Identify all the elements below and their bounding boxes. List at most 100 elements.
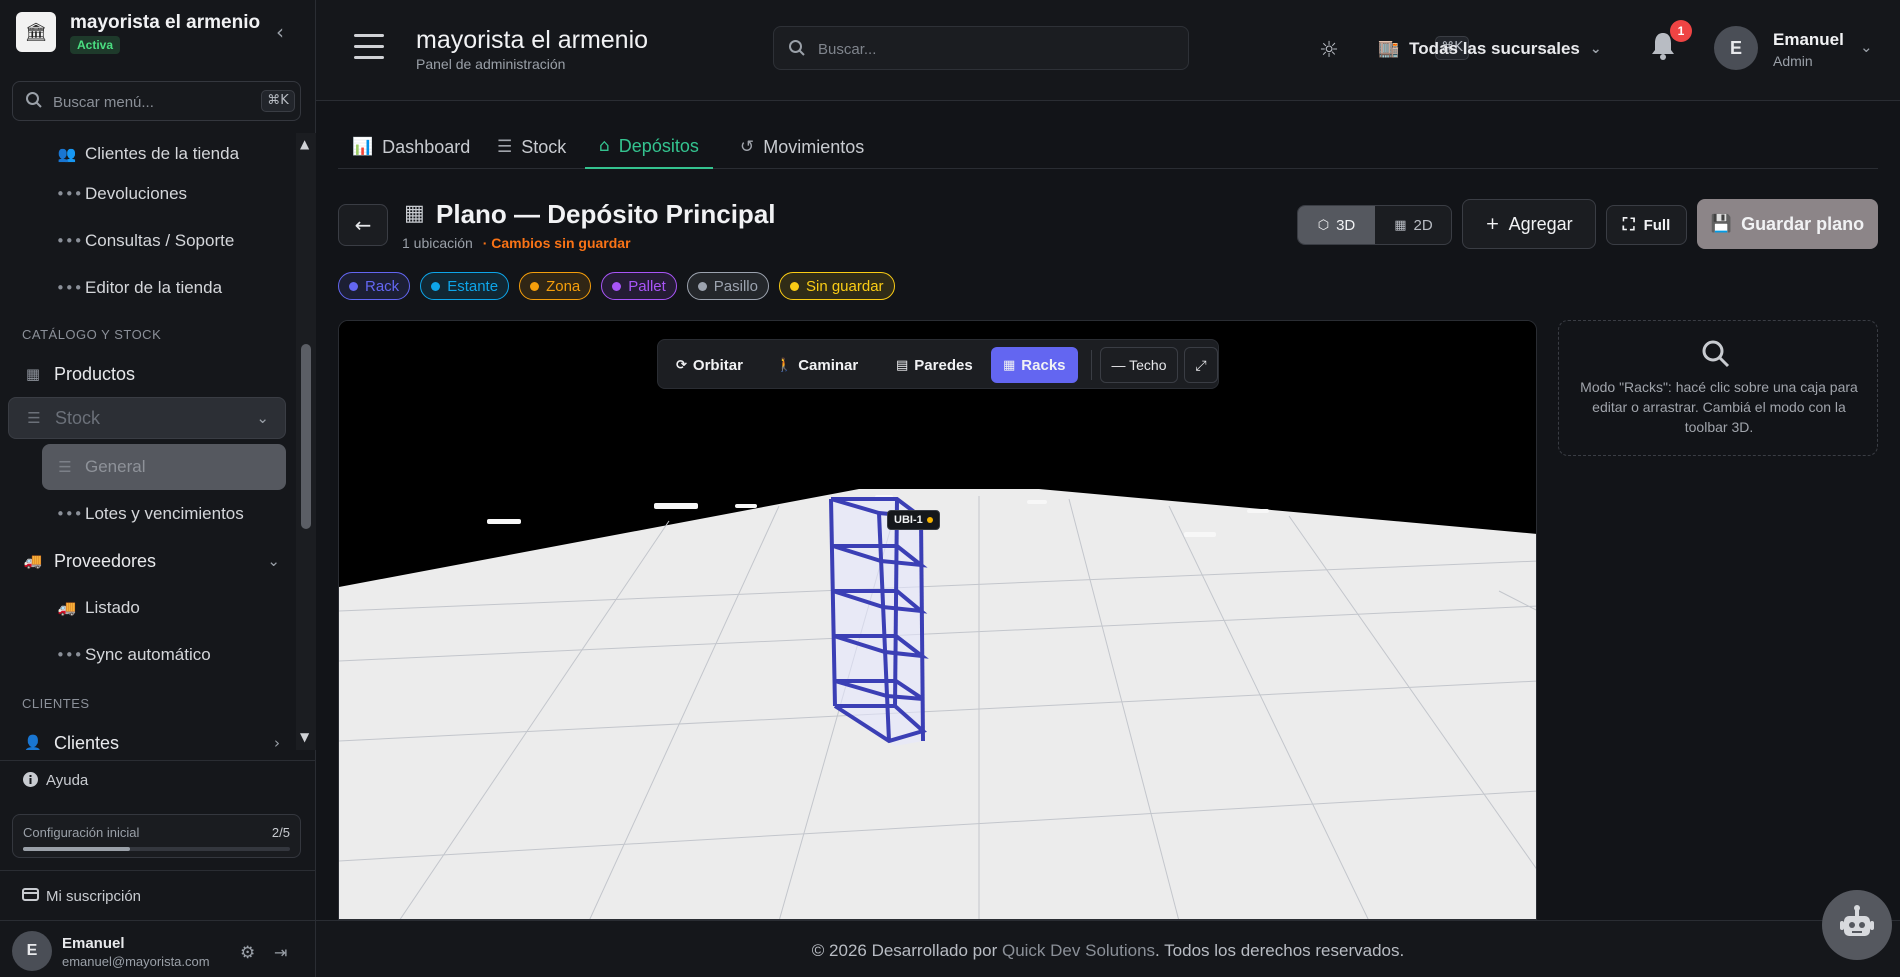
page-title: mayorista el armenio (416, 26, 649, 54)
color-dot (789, 281, 799, 291)
tab-dashboard[interactable]: 📊 Dashboard (352, 125, 470, 169)
theme-toggle-sun-icon[interactable]: ☼ (1314, 36, 1344, 66)
walking-person-icon: 🚶 (776, 357, 793, 373)
rack-ubi-1[interactable] (829, 497, 929, 746)
sidebar-item-devoluciones[interactable]: ••• Devoluciones (0, 173, 296, 215)
robot-icon (1840, 905, 1874, 936)
roof-toggle-button[interactable]: — Techo (1100, 347, 1178, 383)
sidebar-item-label: Consultas / Soporte (85, 231, 235, 250)
tab-stock[interactable]: ☰ Stock (497, 125, 566, 169)
color-dot (530, 281, 540, 291)
chip-estante[interactable]: Estante (420, 272, 510, 300)
dots-icon: ••• (56, 505, 83, 523)
sidebar-item-label: Devoluciones (85, 184, 188, 203)
orbit-button[interactable]: ⟳ Orbitar (664, 347, 755, 383)
database-icon: ☰ (27, 409, 41, 427)
tab-label: Dashboard (382, 136, 471, 157)
plan-title: Plano — Depósito Principal (436, 199, 776, 229)
avatar[interactable]: E (12, 931, 52, 971)
chip-zona[interactable]: Zona (519, 272, 592, 300)
setup-progress-bar (23, 847, 290, 851)
view-2d-button[interactable]: ▦ 2D (1375, 206, 1451, 244)
sidebar-item-productos[interactable]: ▦ Productos (0, 353, 296, 395)
section-clients-title: CLIENTES (22, 696, 90, 711)
scroll-up-arrow-icon[interactable]: ▲ (300, 137, 309, 151)
fullscreen-button[interactable]: ⛶ Full (1606, 205, 1687, 245)
sidebar-item-clientes[interactable]: 👤 Clientes › (0, 722, 296, 751)
sidebar-item-listado[interactable]: 🚚 Listado (0, 587, 296, 629)
selection-hint-panel: Modo "Racks": hacé clic sobre una caja p… (1558, 320, 1878, 456)
sidebar-item-label: Editor de la tienda (85, 278, 223, 297)
sidebar-item-lotes[interactable]: ••• Lotes y vencimientos (0, 493, 296, 535)
floor-plane[interactable] (339, 489, 1537, 920)
sidebar-item-proveedores[interactable]: 🚚 Proveedores ⌄ (0, 540, 296, 582)
chevron-down-icon: ⌄ (256, 409, 269, 427)
subscription-link[interactable]: Mi suscripción (0, 870, 316, 920)
sidebar-item-stock[interactable]: ☰ Stock ⌄ (8, 397, 286, 439)
store-logo[interactable]: 🏛 (16, 12, 56, 52)
walls-button[interactable]: ▤ Paredes (884, 347, 985, 383)
chip-pallet[interactable]: Pallet (601, 272, 677, 300)
truck-icon: 🚚 (57, 599, 77, 617)
toolbar-3d: ⟳ Orbitar 🚶 Caminar ▤ Paredes ▦ Racks — … (657, 339, 1219, 389)
search-icon (1702, 340, 1730, 368)
logout-icon[interactable]: ⇥ (274, 943, 287, 962)
toolbar-divider (1091, 350, 1092, 380)
dots-icon: ••• (56, 232, 83, 250)
sidebar-item-general[interactable]: ☰ General (42, 444, 286, 490)
racks-button[interactable]: ▦ Racks (991, 347, 1078, 383)
sidebar-item-consultas[interactable]: ••• Consultas / Soporte (0, 220, 296, 262)
chip-rack[interactable]: Rack (338, 272, 411, 300)
expand-icon[interactable]: ⤢ (1184, 347, 1218, 383)
global-search-input[interactable]: Buscar... (773, 26, 1189, 70)
back-button[interactable]: ← (338, 204, 388, 246)
view-3d-button[interactable]: ⬡ 3D (1298, 206, 1375, 244)
sidebar-header: 🏛 mayorista el armenio Activa ‹ (0, 0, 316, 66)
sidebar-item-clientes-tienda[interactable]: 👥 Clientes de la tienda (0, 133, 296, 175)
dots-icon: ••• (56, 185, 83, 203)
footer-suffix: . Todos los derechos reservados. (1155, 941, 1405, 960)
database-icon: ☰ (58, 458, 72, 476)
scrollbar-thumb[interactable] (301, 344, 311, 529)
rack-label-ubi-1[interactable]: UBI-1 (887, 510, 940, 530)
collapse-sidebar-button[interactable]: ‹ (270, 20, 290, 44)
viewport-3d[interactable]: UBI-1 ⟳ Orbitar 🚶 Caminar ▤ Paredes ▦ Ra… (338, 320, 1537, 920)
save-plan-button[interactable]: 💾 Guardar plano (1697, 199, 1878, 249)
setup-progress-label: Configuración inicial (23, 825, 140, 840)
help-link[interactable]: Ayuda (0, 760, 316, 798)
branch-selector[interactable]: 🏬 Todas las sucursales ⌄ (1378, 34, 1602, 64)
walls-label: Paredes (914, 356, 973, 374)
gear-icon[interactable]: ⚙ (240, 943, 255, 963)
section-tabs: 📊 Dashboard ☰ Stock ⌂ Depósitos ↺ Movimi… (338, 125, 1878, 169)
page-subtitle: Panel de administración (416, 56, 566, 72)
footer-company-link[interactable]: Quick Dev Solutions (1002, 941, 1155, 960)
scroll-down-arrow-icon[interactable]: ▼ (300, 730, 309, 744)
footer-text: © 2026 Desarrollado por Quick Dev Soluti… (316, 941, 1900, 961)
avatar[interactable]: E (1714, 26, 1758, 70)
chip-label: Pallet (628, 277, 666, 295)
fullscreen-icon: ⛶ (1622, 215, 1635, 235)
sidebar-item-label: Listado (85, 598, 140, 617)
sidebar-item-label: General (85, 457, 146, 476)
setup-progress-fill (23, 847, 130, 851)
tab-movimientos[interactable]: ↺ Movimientos (740, 125, 864, 169)
sidebar-item-sync[interactable]: ••• Sync automático (0, 634, 296, 676)
scene-3d[interactable] (339, 321, 1537, 920)
setup-progress-card[interactable]: Configuración inicial 2/5 (12, 814, 301, 858)
sidebar-nav: 👥 Clientes de la tienda ••• Devoluciones… (0, 133, 296, 750)
user-check-icon: 👤 (23, 734, 43, 750)
save-icon: 💾 (1710, 214, 1733, 234)
menu-search-input[interactable]: Buscar menú... ⌘K (12, 81, 301, 121)
walk-button[interactable]: 🚶 Caminar (764, 347, 870, 383)
sidebar-scrollbar[interactable]: ▲ ▼ (296, 133, 316, 750)
tab-depositos[interactable]: ⌂ Depósitos (585, 125, 713, 169)
assistant-bot-button[interactable] (1822, 890, 1892, 960)
grid-icon: ▦ (1003, 357, 1016, 373)
sidebar-item-editor[interactable]: ••• Editor de la tienda (0, 267, 296, 309)
store-name: mayorista el armenio (70, 12, 261, 33)
sidebar-item-label: Clientes de la tienda (85, 144, 240, 163)
sidebar-item-label: Sync automático (85, 645, 211, 664)
add-button[interactable]: + Agregar (1462, 199, 1596, 249)
menu-toggle-icon[interactable] (354, 32, 384, 62)
chip-pasillo[interactable]: Pasillo (686, 272, 769, 300)
